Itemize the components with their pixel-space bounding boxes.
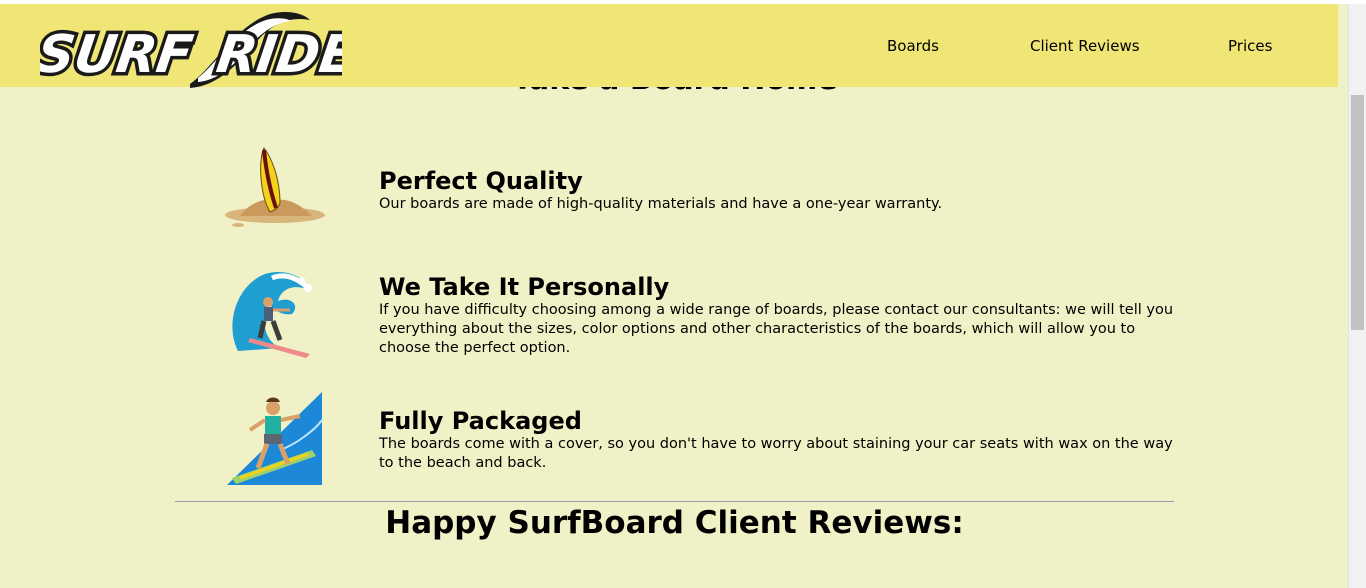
feature-text: Fully Packaged The boards come with a co… <box>379 407 1179 473</box>
feature-description: The boards come with a cover, so you don… <box>379 436 1173 471</box>
surf-ride-logo[interactable]: SURF RIDE <box>40 6 342 88</box>
section-divider <box>175 501 1174 502</box>
svg-text:RIDE: RIDE <box>213 25 342 85</box>
page: Take a Board Home SURF RIDE Boards Clien… <box>0 0 1366 588</box>
scrollbar-thumb[interactable] <box>1351 95 1364 330</box>
feature-title: We Take It Personally <box>379 273 670 301</box>
feature-description: If you have difficulty choosing among a … <box>379 302 1174 356</box>
surfer-person-icon <box>227 392 323 485</box>
nav-link-prices[interactable]: Prices <box>1228 37 1272 55</box>
nav-link-client-reviews[interactable]: Client Reviews <box>1030 37 1140 55</box>
vertical-scrollbar[interactable] <box>1348 0 1366 588</box>
feature-title: Fully Packaged <box>379 407 582 435</box>
nav-link-boards[interactable]: Boards <box>887 37 939 55</box>
navbar: SURF RIDE Boards Client Reviews Prices <box>0 4 1338 88</box>
feature-title: Perfect Quality <box>379 167 583 195</box>
reviews-heading: Happy SurfBoard Client Reviews: <box>385 505 964 541</box>
window-top-edge <box>0 0 1366 4</box>
surfer-wave-icon <box>232 271 313 358</box>
surfboard-on-sand-icon <box>225 147 325 227</box>
svg-text:SURF: SURF <box>40 25 197 85</box>
feature-text: Perfect Quality Our boards are made of h… <box>379 167 1179 214</box>
feature-text: We Take It Personally If you have diffic… <box>379 273 1179 358</box>
feature-description: Our boards are made of high-quality mate… <box>379 196 943 212</box>
